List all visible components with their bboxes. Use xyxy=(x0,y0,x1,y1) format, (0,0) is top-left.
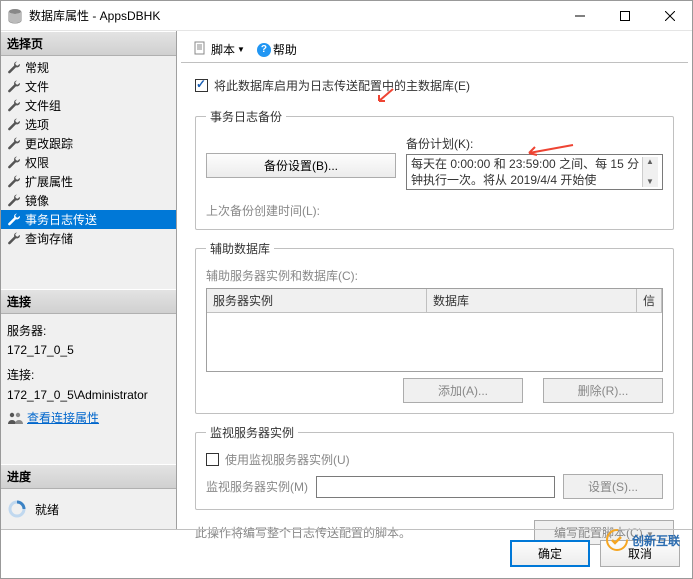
wrench-icon xyxy=(7,61,21,75)
connection-info: 服务器: 172_17_0_5 连接: 172_17_0_5\Administr… xyxy=(1,314,176,434)
page-list: 常规 文件 文件组 选项 更改跟踪 权限 扩展属性 镜像 事务日志传送 查询存储 xyxy=(1,56,176,254)
secondary-group-legend: 辅助数据库 xyxy=(206,240,274,257)
titlebar: 数据库属性 - AppsDBHK xyxy=(1,1,692,31)
col-trust[interactable]: 信 xyxy=(637,289,662,312)
wrench-icon xyxy=(7,213,21,227)
toolbar: 脚本 ▼ ? 帮助 xyxy=(181,37,688,63)
page-item-filegroups[interactable]: 文件组 xyxy=(1,96,176,115)
main-panel: 脚本 ▼ ? 帮助 将此数据库启用为日志传送配置中的主数据库(E) 事务日志备份… xyxy=(177,31,692,529)
page-item-options[interactable]: 选项 xyxy=(1,115,176,134)
secondary-group: 辅助数据库 辅助服务器实例和数据库(C): 服务器实例 数据库 信 添加(A).… xyxy=(195,240,674,414)
secondary-instances-label: 辅助服务器实例和数据库(C): xyxy=(206,267,663,284)
page-item-mirroring[interactable]: 镜像 xyxy=(1,191,176,210)
help-button[interactable]: ? 帮助 xyxy=(253,39,301,60)
page-item-logshipping[interactable]: 事务日志传送 xyxy=(1,210,176,229)
close-button[interactable] xyxy=(647,1,692,30)
col-server[interactable]: 服务器实例 xyxy=(207,289,427,312)
backup-group: 事务日志备份 备份设置(B)... 备份计划(K): 每天在 0:00:00 和… xyxy=(195,108,674,230)
progress-header: 进度 xyxy=(1,464,176,489)
page-item-general[interactable]: 常规 xyxy=(1,58,176,77)
connection-value: 172_17_0_5\Administrator xyxy=(7,386,170,405)
wrench-icon xyxy=(7,137,21,151)
server-value: 172_17_0_5 xyxy=(7,341,170,360)
monitor-settings-button[interactable]: 设置(S)... xyxy=(563,474,663,499)
script-icon xyxy=(193,41,207,58)
backup-settings-button[interactable]: 备份设置(B)... xyxy=(206,153,396,178)
page-item-changetracking[interactable]: 更改跟踪 xyxy=(1,134,176,153)
wrench-icon xyxy=(7,80,21,94)
people-icon xyxy=(7,411,23,425)
wrench-icon xyxy=(7,175,21,189)
connection-label: 连接: xyxy=(7,366,170,385)
footer: 创新互联 确定 取消 xyxy=(1,529,692,577)
wrench-icon xyxy=(7,156,21,170)
page-item-querystore[interactable]: 查询存储 xyxy=(1,229,176,248)
server-label: 服务器: xyxy=(7,322,170,341)
cancel-button[interactable]: 取消 xyxy=(600,540,680,567)
minimize-button[interactable] xyxy=(557,1,602,30)
wrench-icon xyxy=(7,118,21,132)
enable-logshipping-label: 将此数据库启用为日志传送配置中的主数据库(E) xyxy=(214,77,470,94)
progress-status: 就绪 xyxy=(35,501,59,518)
remove-button[interactable]: 删除(R)... xyxy=(543,378,663,403)
page-item-files[interactable]: 文件 xyxy=(1,77,176,96)
backup-plan-label: 备份计划(K): xyxy=(406,135,663,152)
backup-group-legend: 事务日志备份 xyxy=(206,108,286,125)
scrollbar[interactable] xyxy=(642,157,658,187)
chevron-down-icon: ▼ xyxy=(237,45,245,54)
monitor-instance-input[interactable] xyxy=(316,476,555,498)
page-item-extendedprops[interactable]: 扩展属性 xyxy=(1,172,176,191)
view-connection-properties-link[interactable]: 查看连接属性 xyxy=(27,409,99,428)
db-icon xyxy=(7,8,23,24)
last-backup-label: 上次备份创建时间(L): xyxy=(206,202,663,219)
progress-block: 就绪 xyxy=(1,489,176,529)
sidebar: 选择页 常规 文件 文件组 选项 更改跟踪 权限 扩展属性 镜像 事务日志传送 … xyxy=(1,31,177,529)
wrench-icon xyxy=(7,99,21,113)
wrench-icon xyxy=(7,194,21,208)
add-button[interactable]: 添加(A)... xyxy=(403,378,523,403)
secondary-grid[interactable]: 服务器实例 数据库 信 xyxy=(206,288,663,372)
use-monitor-checkbox[interactable] xyxy=(206,453,219,466)
wrench-icon xyxy=(7,232,21,246)
ok-button[interactable]: 确定 xyxy=(510,540,590,567)
monitor-group-legend: 监视服务器实例 xyxy=(206,424,298,441)
enable-logshipping-checkbox[interactable] xyxy=(195,79,208,92)
spinner-icon xyxy=(7,499,27,519)
monitor-instance-label: 监视服务器实例(M) xyxy=(206,478,308,495)
backup-plan-textbox[interactable]: 每天在 0:00:00 和 23:59:00 之间、每 15 分钟执行一次。将从… xyxy=(406,154,663,190)
page-item-permissions[interactable]: 权限 xyxy=(1,153,176,172)
connection-header: 连接 xyxy=(1,289,176,314)
monitor-group: 监视服务器实例 使用监视服务器实例(U) 监视服务器实例(M) 设置(S)... xyxy=(195,424,674,510)
help-icon: ? xyxy=(257,43,271,57)
window-title: 数据库属性 - AppsDBHK xyxy=(29,7,557,24)
col-db[interactable]: 数据库 xyxy=(427,289,637,312)
select-page-header: 选择页 xyxy=(1,31,176,56)
script-button[interactable]: 脚本 ▼ xyxy=(189,39,249,60)
use-monitor-label: 使用监视服务器实例(U) xyxy=(225,451,350,468)
maximize-button[interactable] xyxy=(602,1,647,30)
